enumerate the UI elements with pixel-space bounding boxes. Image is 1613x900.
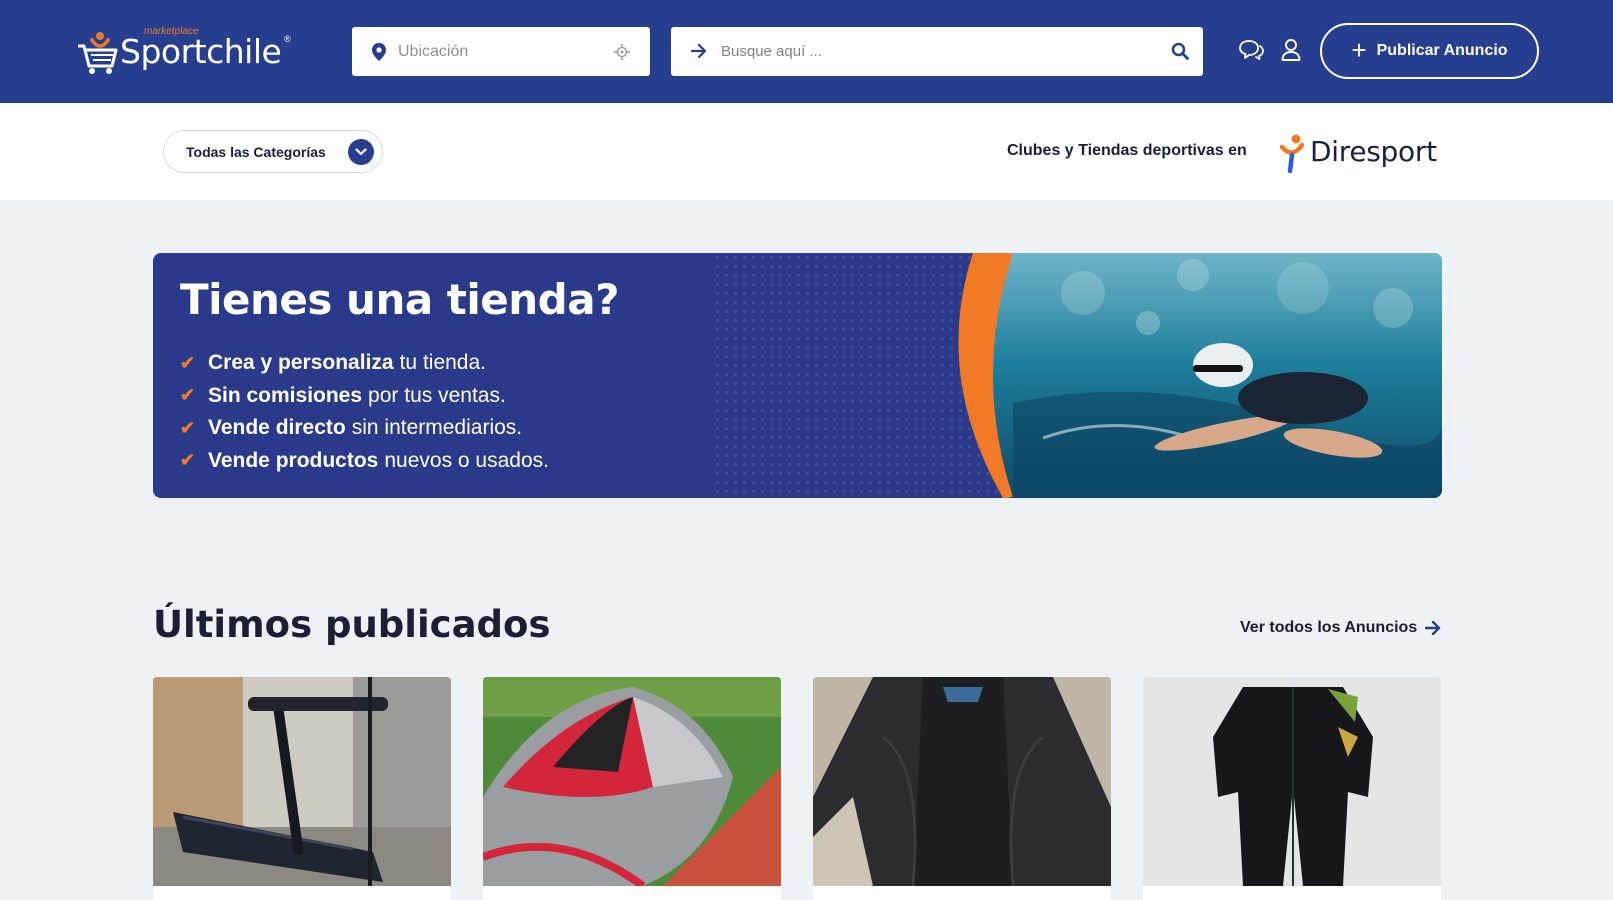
- registered-mark: ®: [284, 34, 291, 44]
- top-header: marketplace Sportchile ® Ubicación Busqu…: [0, 0, 1613, 103]
- diresport-logo-text: Diresport: [1310, 135, 1437, 168]
- banner-title: Tienes una tienda?: [180, 275, 619, 324]
- banner-benefit-item: ✔ Vende directo sin intermediarios.: [180, 416, 523, 440]
- map-pin-icon: [372, 43, 386, 61]
- categories-dropdown[interactable]: Todas las Categorías: [163, 130, 383, 173]
- sportchile-logo[interactable]: marketplace Sportchile ®: [76, 26, 296, 78]
- publish-ad-label: Publicar Anuncio: [1376, 42, 1508, 59]
- publish-ad-button[interactable]: + Publicar Anuncio: [1320, 23, 1539, 79]
- banner-benefit-item: ✔ Crea y personaliza tu tienda.: [180, 351, 486, 375]
- check-icon: ✔: [180, 385, 196, 406]
- arrow-right-icon: [1425, 621, 1441, 635]
- wetsuit-hanging-photo: [1143, 677, 1441, 886]
- user-icon[interactable]: [1281, 38, 1301, 62]
- check-icon: ✔: [180, 417, 196, 438]
- diresport-mark-icon: [1279, 134, 1305, 174]
- latest-section-title: Últimos publicados: [153, 603, 551, 646]
- search-icon[interactable]: [1171, 42, 1189, 60]
- listing-card[interactable]: [153, 677, 451, 900]
- chevron-down-icon: [348, 139, 374, 165]
- store-promo-banner[interactable]: Tienes una tienda? ✔ Crea y personaliza …: [153, 253, 1442, 498]
- check-icon: ✔: [180, 450, 196, 471]
- check-icon: ✔: [180, 352, 196, 373]
- diresport-logo[interactable]: Diresport: [1278, 133, 1438, 175]
- search-field: [671, 27, 1203, 76]
- category-bar: Todas las Categorías Clubes y Tiendas de…: [0, 103, 1613, 200]
- search-input[interactable]: [721, 27, 1151, 76]
- plus-icon: +: [1351, 34, 1367, 65]
- banner-benefit-item: ✔ Sin comisiones por tus ventas.: [180, 383, 506, 407]
- treadmill-photo: [153, 677, 451, 886]
- listing-card[interactable]: [813, 677, 1111, 900]
- arrow-right-icon: [691, 44, 707, 58]
- crosshair-icon[interactable]: [614, 44, 630, 60]
- categories-dropdown-label: Todas las Categorías: [186, 143, 326, 160]
- cart-logo-icon: [78, 32, 118, 74]
- chat-icon[interactable]: [1238, 39, 1264, 61]
- kite-photo: [483, 677, 781, 886]
- logo-text: Sportchile: [120, 32, 282, 71]
- banner-benefits-list: ✔ Crea y personaliza tu tienda. ✔ Sin co…: [180, 347, 549, 477]
- see-all-ads-link[interactable]: Ver todos los Anuncios: [1240, 619, 1441, 637]
- see-all-ads-label: Ver todos los Anuncios: [1240, 619, 1418, 636]
- location-input[interactable]: [398, 27, 608, 76]
- location-field: [352, 27, 650, 76]
- listing-card[interactable]: [483, 677, 781, 900]
- banner-benefit-item: ✔ Vende productos nuevos o usados.: [180, 448, 549, 472]
- listing-card[interactable]: [1143, 677, 1441, 900]
- clubs-stores-text: Clubes y Tiendas deportivas en: [1007, 142, 1247, 159]
- wetsuit-flat-photo: [813, 677, 1111, 886]
